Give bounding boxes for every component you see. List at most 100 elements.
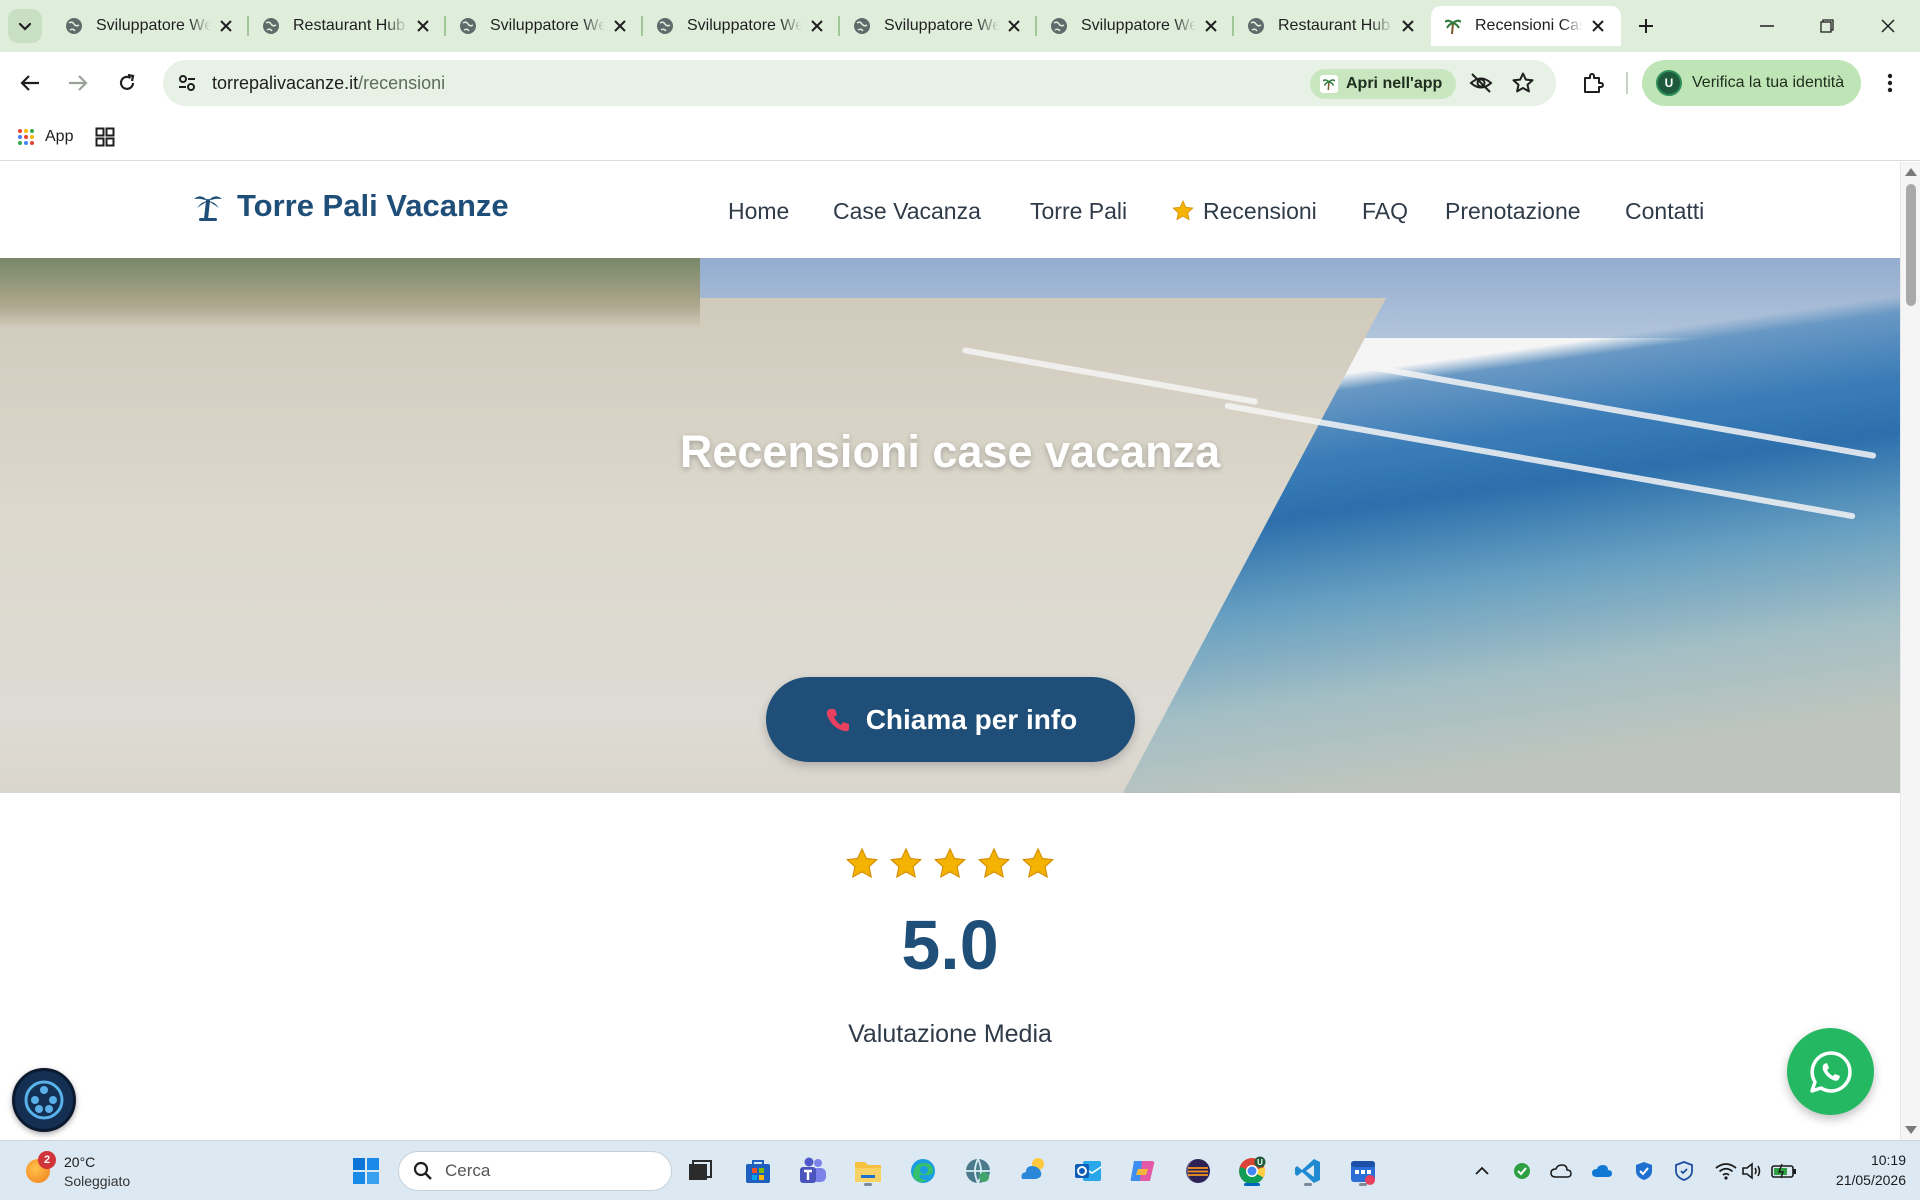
close-tab-icon[interactable] <box>1587 15 1609 37</box>
volume-tray[interactable] <box>1738 1157 1766 1185</box>
browser-tab[interactable]: Restaurant Hub <box>1234 6 1431 46</box>
back-button[interactable] <box>13 66 47 100</box>
star-icon <box>889 847 923 879</box>
forward-button[interactable] <box>61 66 95 100</box>
apps-bookmark[interactable]: App <box>17 124 73 150</box>
onedrive-icon <box>1592 1165 1612 1177</box>
hero-title: Recensioni case vacanza <box>679 426 1221 477</box>
extensions-button[interactable] <box>1576 66 1610 100</box>
close-tab-icon[interactable] <box>412 15 434 37</box>
speaker-icon <box>1742 1162 1761 1180</box>
site-settings-icon[interactable] <box>175 71 199 95</box>
accessibility-widget-button[interactable] <box>12 1068 76 1132</box>
new-tab-button[interactable] <box>1632 12 1660 40</box>
wifi-tray[interactable] <box>1712 1157 1740 1185</box>
tab-list: Sviluppatore Web Restaurant Hub Sviluppa… <box>52 6 1621 46</box>
verify-identity-button[interactable]: U Verifica la tua identità <box>1642 60 1861 106</box>
tab-title: Sviluppatore Web <box>687 17 802 34</box>
weather-app-button[interactable] <box>1015 1153 1051 1189</box>
running-indicator <box>1359 1183 1367 1186</box>
open-in-app-button[interactable]: Apri nell'app <box>1310 69 1457 99</box>
security-check-tray[interactable] <box>1508 1157 1536 1185</box>
check-circle-icon <box>1514 1163 1530 1179</box>
weather-widget[interactable]: 2 20°C Soleggiato <box>22 1149 162 1193</box>
defender-tray[interactable] <box>1630 1157 1658 1185</box>
close-window-button[interactable] <box>1858 0 1918 52</box>
scroll-up-arrow[interactable] <box>1905 168 1917 176</box>
browser-tab[interactable]: Sviluppatore Web <box>446 6 643 46</box>
close-tab-icon[interactable] <box>1003 15 1025 37</box>
reload-button[interactable] <box>110 66 144 100</box>
battery-tray[interactable] <box>1770 1157 1798 1185</box>
network-app-button[interactable] <box>960 1153 996 1189</box>
nav-recensioni[interactable]: Recensioni <box>1171 194 1317 228</box>
url-text: torrepalivacanze.it/recensioni <box>212 73 445 94</box>
eclipse-button[interactable] <box>1180 1153 1216 1189</box>
browser-tab[interactable]: Sviluppatore Web <box>52 6 249 46</box>
start-button[interactable] <box>348 1153 384 1189</box>
vpn-tray[interactable] <box>1670 1157 1698 1185</box>
cta-label: Chiama per info <box>865 703 1078 735</box>
edge-button[interactable] <box>905 1153 941 1189</box>
tab-search-button[interactable] <box>8 9 42 43</box>
phone-icon <box>826 708 849 731</box>
nav-faq[interactable]: FAQ <box>1362 194 1408 228</box>
star-bookmark-icon[interactable] <box>1511 71 1535 100</box>
browser-menu-button[interactable] <box>1873 66 1907 100</box>
minimize-button[interactable] <box>1737 0 1797 52</box>
whatsapp-chat-button[interactable] <box>1787 1028 1874 1115</box>
vscode-button[interactable] <box>1290 1153 1326 1189</box>
browser-tab[interactable]: Sviluppatore Web <box>643 6 840 46</box>
verify-identity-label: Verifica la tua identità <box>1692 74 1845 91</box>
scrollbar-thumb[interactable] <box>1906 184 1916 306</box>
nav-contatti[interactable]: Contatti <box>1625 194 1704 228</box>
rating-stars <box>0 846 1900 882</box>
task-view-button[interactable] <box>682 1153 718 1189</box>
tab-groups-bookmark[interactable] <box>95 124 115 150</box>
scroll-down-arrow[interactable] <box>1905 1126 1917 1134</box>
close-tab-icon[interactable] <box>806 15 828 37</box>
close-tab-icon[interactable] <box>609 15 631 37</box>
teams-icon <box>800 1157 826 1183</box>
system-clock[interactable]: 10:19 21/05/2026 <box>1806 1150 1906 1190</box>
url-path: /recensioni <box>358 73 446 93</box>
palm-tree-icon <box>1320 75 1338 93</box>
nav-prenotazione[interactable]: Prenotazione <box>1445 194 1581 228</box>
microsoft-store-button[interactable] <box>740 1153 776 1189</box>
chrome-button[interactable]: U <box>1234 1153 1270 1189</box>
show-hidden-icons-button[interactable] <box>1468 1157 1496 1185</box>
close-tab-icon[interactable] <box>1200 15 1222 37</box>
file-explorer-button[interactable] <box>850 1153 886 1189</box>
calendar-app-button[interactable] <box>1345 1153 1381 1189</box>
onedrive-tray[interactable] <box>1588 1157 1616 1185</box>
teams-button[interactable] <box>795 1153 831 1189</box>
search-icon <box>413 1161 432 1180</box>
restore-button[interactable] <box>1797 0 1857 52</box>
browser-tab[interactable]: Sviluppatore Web <box>1037 6 1234 46</box>
palm-tree-icon <box>194 196 222 221</box>
page-scrollbar[interactable] <box>1900 162 1920 1140</box>
address-bar[interactable]: torrepalivacanze.it/recensioni Apri nell… <box>163 60 1556 106</box>
nav-home[interactable]: Home <box>728 194 789 228</box>
globe-icon <box>458 16 478 36</box>
browser-tab[interactable]: Restaurant Hub <box>249 6 446 46</box>
outlook-button[interactable] <box>1070 1153 1106 1189</box>
battery-charging-icon <box>1771 1163 1796 1179</box>
profile-avatar: U <box>1656 70 1682 96</box>
nav-case-vacanza[interactable]: Case Vacanza <box>833 194 981 228</box>
taskbar-search[interactable]: Cerca <box>398 1151 672 1191</box>
call-for-info-button[interactable]: Chiama per info <box>766 677 1135 762</box>
close-tab-icon[interactable] <box>1397 15 1419 37</box>
browser-tab-active[interactable]: Recensioni Case Vacanza <box>1431 6 1621 46</box>
browser-toolbar: torrepalivacanze.it/recensioni Apri nell… <box>0 52 1920 114</box>
nav-torre-pali[interactable]: Torre Pali <box>1030 194 1127 228</box>
hero-banner: Recensioni case vacanza Chiama per info <box>0 258 1900 793</box>
copilot-button[interactable] <box>1125 1153 1161 1189</box>
site-logo[interactable]: Torre Pali Vacanze <box>193 188 509 224</box>
taskbar-search-placeholder: Cerca <box>445 1161 491 1180</box>
cloud-tray[interactable] <box>1547 1157 1575 1185</box>
eye-off-icon[interactable] <box>1469 71 1493 100</box>
browser-tab[interactable]: Sviluppatore Web <box>840 6 1037 46</box>
whatsapp-icon <box>1809 1050 1852 1093</box>
close-tab-icon[interactable] <box>215 15 237 37</box>
